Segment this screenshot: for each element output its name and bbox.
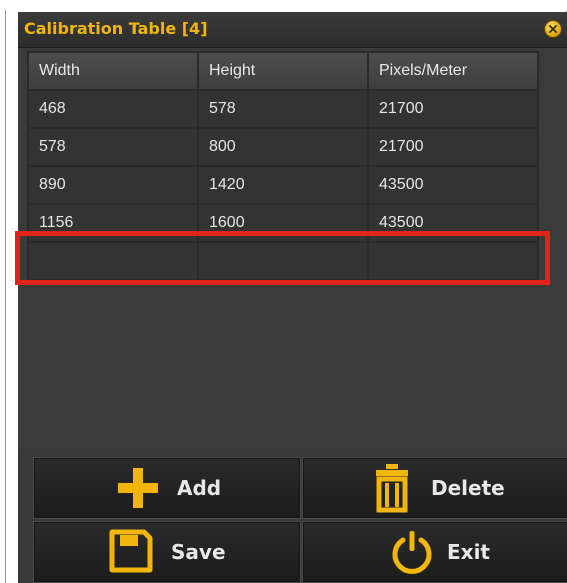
action-buttons-area: Add Delete Save Exit <box>18 451 567 583</box>
close-icon <box>549 25 557 33</box>
table-cell[interactable]: 21700 <box>367 89 539 129</box>
screenshot-frame: Calibration Table [4] Width Height Pixel… <box>0 0 567 583</box>
window-title: Calibration Table [4] <box>24 19 208 38</box>
plus-icon <box>118 468 158 508</box>
table-cell[interactable]: 468 <box>27 89 199 129</box>
outer-border-left <box>5 10 6 583</box>
table-cell[interactable]: 1156 <box>27 203 199 243</box>
table-cell[interactable]: 578 <box>197 89 369 129</box>
table-cell[interactable]: 21700 <box>367 127 539 167</box>
save-button-label: Save <box>171 540 226 564</box>
power-icon <box>392 531 432 574</box>
table-cell[interactable]: 43500 <box>367 165 539 205</box>
column-header-pixels-per-meter[interactable]: Pixels/Meter <box>367 51 539 91</box>
calibration-grid: Width Height Pixels/Meter 468 578 21700 … <box>27 51 539 281</box>
table-row[interactable]: 578 800 21700 <box>27 127 539 167</box>
calibration-table-window: Calibration Table [4] Width Height Pixel… <box>18 12 567 583</box>
exit-button-label: Exit <box>447 540 490 564</box>
add-button[interactable]: Add <box>33 457 301 519</box>
calibration-grid-area: Width Height Pixels/Meter 468 578 21700 … <box>18 48 567 450</box>
exit-button[interactable]: Exit <box>302 521 567 583</box>
new-entry-cell-pixels-per-meter[interactable] <box>367 241 539 281</box>
new-entry-cell-width[interactable] <box>27 241 199 281</box>
table-cell[interactable]: 578 <box>27 127 199 167</box>
table-row[interactable]: 890 1420 43500 <box>27 165 539 205</box>
table-cell[interactable]: 890 <box>27 165 199 205</box>
close-button[interactable] <box>545 21 561 37</box>
add-button-label: Add <box>177 476 222 500</box>
trash-icon <box>376 464 408 513</box>
table-cell[interactable]: 800 <box>197 127 369 167</box>
save-button[interactable]: Save <box>33 521 301 583</box>
table-cell[interactable]: 43500 <box>367 203 539 243</box>
table-cell[interactable]: 1600 <box>197 203 369 243</box>
column-header-width[interactable]: Width <box>27 51 199 91</box>
table-row[interactable]: 468 578 21700 <box>27 89 539 129</box>
table-row[interactable]: 1156 1600 43500 <box>27 203 539 243</box>
window-titlebar: Calibration Table [4] <box>18 12 567 48</box>
new-entry-cell-height[interactable] <box>197 241 369 281</box>
column-header-height[interactable]: Height <box>197 51 369 91</box>
grid-header-row: Width Height Pixels/Meter <box>27 51 539 91</box>
new-entry-row[interactable] <box>27 241 539 281</box>
table-cell[interactable]: 1420 <box>197 165 369 205</box>
floppy-disk-icon <box>109 529 153 573</box>
delete-button-label: Delete <box>431 476 505 500</box>
delete-button[interactable]: Delete <box>302 457 567 519</box>
